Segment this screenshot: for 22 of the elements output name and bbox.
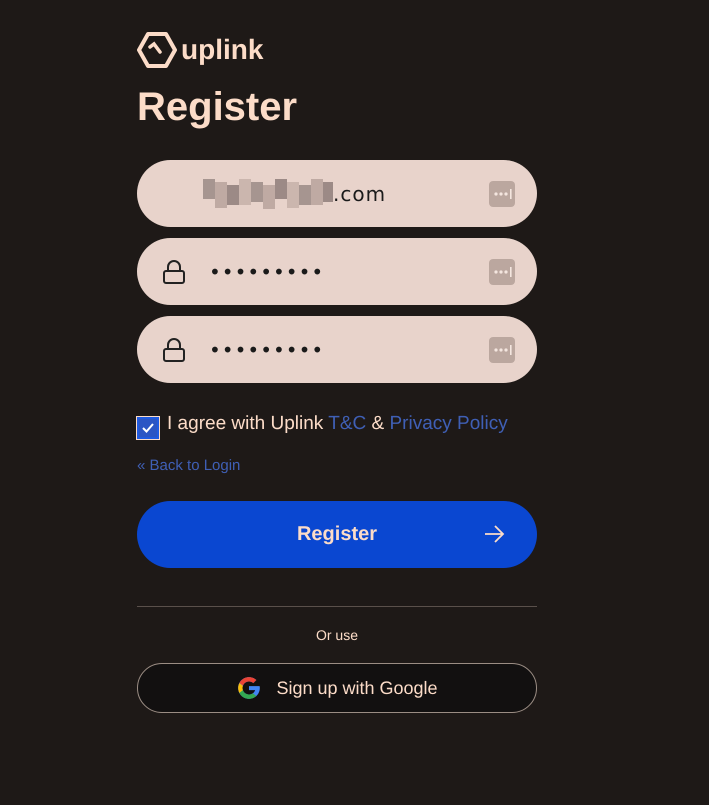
field-value: ••••••••• (209, 260, 324, 284)
password-manager-icon[interactable] (489, 336, 515, 362)
agree-checkbox[interactable] (137, 417, 159, 439)
brand-name: uplink (181, 34, 264, 66)
password-manager-icon[interactable] (489, 180, 515, 206)
field-value: ••••••••• (209, 338, 324, 362)
password-field[interactable]: ••••••••• (137, 316, 537, 383)
divider-text: Or use (316, 627, 358, 643)
password-field[interactable]: ••••••••• (137, 238, 537, 305)
arrow-right-icon (483, 523, 505, 545)
field-value: .com (333, 182, 386, 206)
agree-text: I agree with Uplink T&C & Privacy Policy (137, 409, 537, 439)
google-signup-button[interactable]: Sign up with Google (137, 663, 537, 713)
lock-icon (161, 336, 187, 362)
lock-icon (161, 258, 187, 284)
logo-icon (137, 30, 177, 70)
email-field[interactable]: .com (137, 160, 537, 227)
password-manager-icon[interactable] (489, 258, 515, 284)
register-button[interactable]: Register (137, 501, 537, 568)
check-icon (142, 423, 154, 433)
page-title: Register (137, 84, 298, 131)
google-icon (236, 675, 262, 701)
